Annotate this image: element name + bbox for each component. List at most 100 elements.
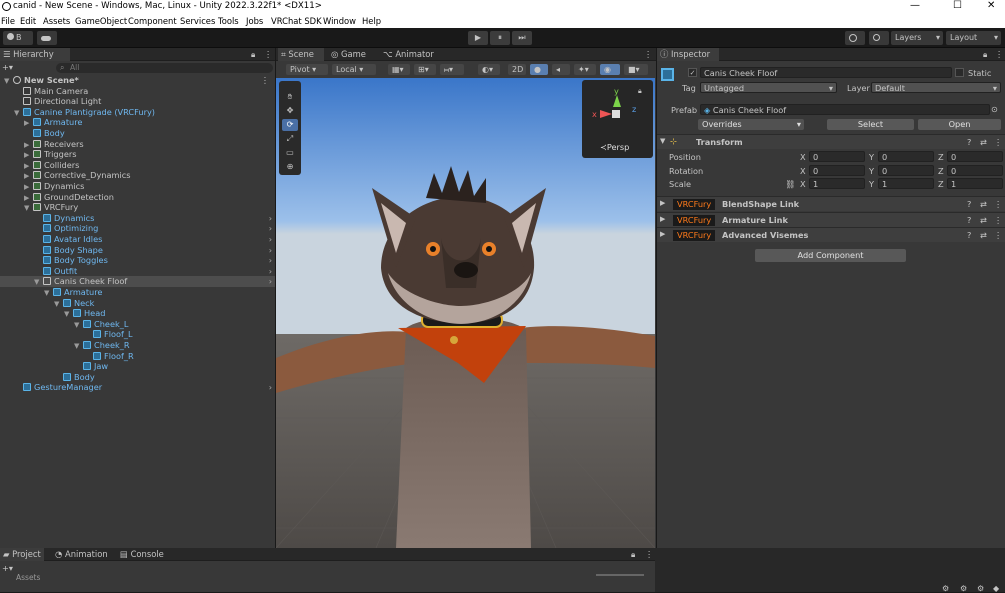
help-icon[interactable]: ? bbox=[967, 137, 971, 147]
tab-project[interactable]: ▰ Project bbox=[0, 548, 44, 561]
hierarchy-row[interactable]: ▶ GroundDetection bbox=[0, 192, 275, 203]
help-icon[interactable]: ? bbox=[967, 199, 971, 209]
hierarchy-row[interactable]: ▼ New Scene* ⋮ bbox=[0, 75, 275, 86]
camera-settings-button[interactable]: ■▾ bbox=[624, 64, 648, 75]
more-icon[interactable]: ⋮ bbox=[994, 215, 1002, 225]
pivot-dropdown[interactable]: Pivot ▾ bbox=[286, 64, 328, 75]
play-button[interactable]: ▶ bbox=[468, 31, 488, 45]
component-header[interactable]: ▶ VRCFury Armature Link? ⇄ ⋮ bbox=[657, 211, 1005, 227]
transform-position-x-field[interactable]: 0 bbox=[809, 151, 865, 162]
history-button[interactable] bbox=[845, 31, 865, 45]
lock-icon[interactable]: 🔒︎ bbox=[631, 549, 635, 560]
hierarchy-row[interactable]: Floof_L bbox=[0, 329, 275, 340]
select-button[interactable]: Select bbox=[827, 119, 914, 130]
hierarchy-row[interactable]: Avatar Idles › bbox=[0, 234, 275, 245]
hierarchy-row[interactable]: ▼ Canis Cheek Floof › bbox=[0, 276, 275, 287]
lighting-toggle[interactable]: ● bbox=[530, 64, 548, 75]
target-icon[interactable]: ⊙ bbox=[991, 104, 998, 114]
add-button[interactable]: +▾ bbox=[2, 62, 13, 72]
object-name-field[interactable]: Canis Cheek Floof bbox=[700, 67, 952, 78]
layers-dropdown[interactable]: Layers ▾ bbox=[891, 31, 943, 45]
2d-toggle[interactable]: 2D bbox=[508, 64, 526, 75]
hierarchy-row[interactable]: ▶ Dynamics bbox=[0, 181, 275, 192]
more-icon[interactable]: ⋮ bbox=[264, 49, 272, 59]
pause-button[interactable]: ⏸ bbox=[490, 31, 510, 45]
transform-scale-z-field[interactable]: 1 bbox=[947, 178, 1003, 189]
hierarchy-row[interactable]: Floof_R bbox=[0, 351, 275, 362]
menu-edit[interactable]: Edit bbox=[20, 16, 36, 26]
menu-vrchat-sdk[interactable]: VRChat SDK bbox=[271, 16, 322, 26]
active-checkbox[interactable]: ✓ bbox=[688, 68, 697, 77]
transform-position-z-field[interactable]: 0 bbox=[947, 151, 1003, 162]
close-button[interactable]: ✕ bbox=[987, 0, 995, 11]
visibility-toggle[interactable]: ◉ bbox=[600, 64, 620, 75]
transform-rotation-z-field[interactable]: 0 bbox=[947, 164, 1003, 176]
hierarchy-row[interactable]: ▶ Colliders bbox=[0, 160, 275, 171]
chevron-right-icon[interactable]: › bbox=[269, 234, 272, 245]
chevron-right-icon[interactable]: › bbox=[269, 223, 272, 234]
menu-help[interactable]: Help bbox=[362, 16, 381, 26]
tab-game[interactable]: ◎ Game bbox=[328, 48, 372, 61]
more-icon[interactable]: ⋮ bbox=[994, 137, 1002, 147]
menu-component[interactable]: Component bbox=[128, 16, 177, 26]
more-icon[interactable]: ⋮ bbox=[994, 230, 1002, 240]
hierarchy-row[interactable]: Body bbox=[0, 372, 275, 383]
transform-tool-icon[interactable]: ⊕ bbox=[282, 161, 298, 173]
transform-rotation-x-field[interactable]: 0 bbox=[809, 164, 865, 176]
align-button[interactable]: ⧦▾ bbox=[440, 64, 464, 75]
static-checkbox[interactable] bbox=[955, 68, 964, 77]
hierarchy-row[interactable]: ▼ Neck bbox=[0, 298, 275, 309]
overrides-dropdown[interactable]: Overrides ▾ bbox=[698, 119, 804, 130]
hierarchy-row[interactable]: ▼ Cheek_R bbox=[0, 340, 275, 351]
transform-scale-y-field[interactable]: 1 bbox=[878, 178, 934, 189]
help-icon[interactable]: ? bbox=[967, 230, 971, 240]
add-component-button[interactable]: Add Component bbox=[755, 249, 906, 262]
open-button[interactable]: Open bbox=[918, 119, 1001, 130]
transform-scale-x-field[interactable]: 1 bbox=[809, 178, 865, 189]
lock-icon[interactable]: 🔒︎ bbox=[983, 49, 987, 60]
hierarchy-row[interactable]: Jaw bbox=[0, 361, 275, 372]
help-icon[interactable]: ? bbox=[967, 215, 971, 225]
tab-animator[interactable]: ⌥ Animator bbox=[380, 48, 440, 61]
hierarchy-row[interactable]: ▼ Head bbox=[0, 308, 275, 319]
hierarchy-row[interactable]: Optimizing › bbox=[0, 223, 275, 234]
more-icon[interactable]: ⋮ bbox=[995, 49, 1003, 59]
audio-toggle[interactable]: ◂ bbox=[552, 64, 570, 75]
zoom-slider[interactable] bbox=[596, 574, 644, 576]
menu-tools[interactable]: Tools bbox=[218, 16, 239, 26]
chevron-right-icon[interactable]: ▶ bbox=[660, 230, 665, 238]
more-icon[interactable]: ⋮ bbox=[994, 199, 1002, 209]
persp-label[interactable]: ≺Persp bbox=[600, 142, 629, 152]
chevron-right-icon[interactable]: ▶ bbox=[660, 215, 665, 223]
cloud-button[interactable] bbox=[37, 31, 57, 45]
preset-icon[interactable]: ⇄ bbox=[980, 230, 987, 240]
grid-snap-button[interactable]: ▦▾ bbox=[388, 64, 410, 75]
tag-dropdown[interactable]: Untagged ▾ bbox=[700, 82, 837, 93]
hierarchy-row[interactable]: Dynamics › bbox=[0, 213, 275, 224]
menu-gameobject[interactable]: GameObject bbox=[75, 16, 127, 26]
hierarchy-row[interactable]: ▶ Triggers bbox=[0, 149, 275, 160]
transform-position-y-field[interactable]: 0 bbox=[878, 151, 934, 162]
menu-jobs[interactable]: Jobs bbox=[246, 16, 263, 26]
preset-icon[interactable]: ⇄ bbox=[980, 137, 987, 147]
snap-increment-button[interactable]: ⊞▾ bbox=[414, 64, 436, 75]
chevron-right-icon[interactable]: › bbox=[269, 255, 272, 266]
tab-hierarchy[interactable]: ☰ Hierarchy bbox=[0, 48, 70, 61]
effects-toggle[interactable]: ✦▾ bbox=[574, 64, 596, 75]
orientation-gizmo[interactable]: y x z 🔒︎ ≺Persp bbox=[582, 80, 653, 158]
hierarchy-row[interactable]: Body Shape › bbox=[0, 245, 275, 256]
search-button[interactable] bbox=[869, 31, 889, 45]
hierarchy-row[interactable]: ▼ Cheek_L bbox=[0, 319, 275, 330]
tab-scene[interactable]: ⌗ Scene bbox=[278, 48, 324, 61]
component-header[interactable]: ▶ VRCFury Advanced Visemes? ⇄ ⋮ bbox=[657, 227, 1005, 242]
tab-inspector[interactable]: ⓘ Inspector bbox=[657, 48, 719, 61]
assets-folder-label[interactable]: Assets bbox=[16, 573, 40, 582]
chevron-right-icon[interactable]: ▶ bbox=[660, 199, 665, 207]
chevron-right-icon[interactable]: › bbox=[269, 266, 272, 277]
lock-icon[interactable]: 🔒︎ bbox=[251, 49, 255, 60]
hierarchy-row[interactable]: Body Toggles › bbox=[0, 255, 275, 266]
transform-rotation-y-field[interactable]: 0 bbox=[878, 164, 934, 176]
search-input[interactable]: ⌕ All bbox=[56, 62, 273, 73]
layer-dropdown[interactable]: Default ▾ bbox=[871, 82, 1001, 93]
hierarchy-row[interactable]: Outfit › bbox=[0, 266, 275, 277]
